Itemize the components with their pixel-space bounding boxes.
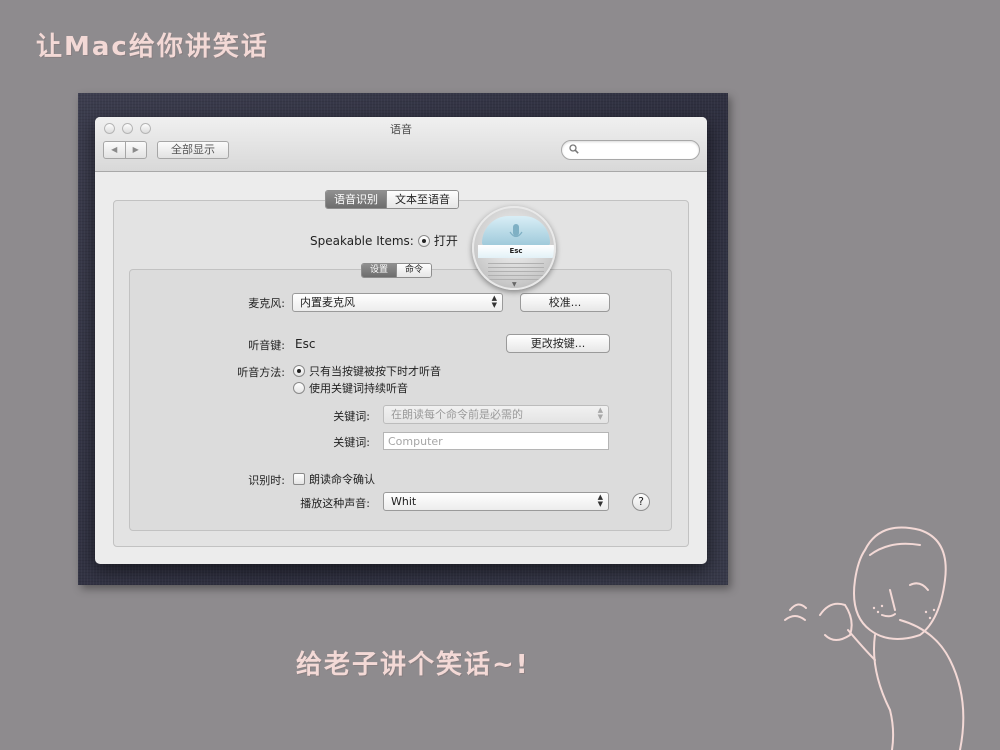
updown-arrows-icon: ▲ ▼	[597, 493, 603, 508]
forward-arrow-icon[interactable]: ▶	[126, 142, 147, 158]
microphone-widget[interactable]: Esc ▼	[472, 206, 556, 290]
keyword-input[interactable]	[383, 432, 609, 450]
listen-key-label: 听音键:	[248, 339, 285, 352]
magnifier-icon	[569, 144, 579, 154]
sound-popup[interactable]: Whit ▲ ▼	[383, 492, 609, 511]
doodle-character	[784, 526, 965, 750]
keyword-required-value: 在朗读每个命令前是必需的	[391, 408, 523, 421]
updown-arrows-icon: ▲ ▼	[597, 406, 603, 421]
microphone-value: 内置麦克风	[300, 296, 355, 309]
listening-key-display: Esc	[478, 245, 554, 258]
listen-key-value: Esc	[295, 337, 316, 351]
speak-confirm-checkbox[interactable]	[293, 473, 305, 485]
back-arrow-icon[interactable]: ◀	[104, 142, 126, 158]
method-key-label: 只有当按键被按下时才听音	[309, 365, 441, 378]
keyword-required-popup[interactable]: 在朗读每个命令前是必需的 ▲ ▼	[383, 405, 609, 424]
speakable-on-label: 打开	[433, 234, 458, 248]
speakable-on-radio[interactable]	[417, 234, 430, 247]
method-keyword-label: 使用关键词持续听音	[309, 382, 408, 395]
nav-buttons: ◀ ▶	[103, 141, 147, 159]
speakable-items-row: Speakable Items: 打开	[310, 232, 458, 249]
tab-text-to-speech[interactable]: 文本至语音	[386, 191, 458, 208]
sound-label: 播放这种声音:	[300, 497, 370, 510]
speak-confirm-option[interactable]: 朗读命令确认	[293, 471, 375, 487]
volume-meter	[488, 262, 544, 280]
keyword-field-label: 关键词:	[333, 436, 370, 449]
speakable-items-label: Speakable Items:	[310, 233, 414, 248]
calibrate-button[interactable]: 校准...	[520, 293, 610, 312]
sound-value: Whit	[391, 495, 417, 508]
microphone-label: 麦克风:	[248, 297, 285, 310]
speak-confirm-label: 朗读命令确认	[309, 473, 375, 486]
search-input[interactable]	[561, 140, 700, 160]
keyword-required-label: 关键词:	[333, 410, 370, 423]
updown-arrows-icon: ▲ ▼	[491, 294, 497, 309]
window-title: 语音	[390, 123, 412, 136]
show-all-button[interactable]: 全部显示	[157, 141, 229, 159]
preferences-window: 语音 ◀ ▶ 全部显示 语音识别 文本至语音 Speakable Items: …	[95, 117, 707, 564]
recognized-label: 识别时:	[248, 474, 285, 487]
microphone-icon	[482, 216, 550, 246]
tab-commands[interactable]: 命令	[396, 264, 432, 277]
inner-tab-bar: 设置 命令	[361, 263, 433, 278]
method-option-key[interactable]: 只有当按键被按下时才听音	[293, 363, 441, 379]
bottom-caption: 给老子讲个笑话~!	[296, 650, 530, 680]
listen-method-label: 听音方法:	[237, 366, 285, 379]
change-key-button[interactable]: 更改按键...	[506, 334, 610, 353]
tab-speech-recognition[interactable]: 语音识别	[326, 191, 386, 208]
microphone-popup[interactable]: 内置麦克风 ▲ ▼	[292, 293, 503, 312]
method-option-keyword[interactable]: 使用关键词持续听音	[293, 380, 408, 396]
tab-settings[interactable]: 设置	[362, 264, 397, 277]
method-key-radio[interactable]	[293, 365, 305, 377]
help-button[interactable]: ?	[632, 493, 650, 511]
top-tab-bar: 语音识别 文本至语音	[325, 190, 459, 209]
method-keyword-radio[interactable]	[293, 382, 305, 394]
disclosure-triangle-icon[interactable]: ▼	[512, 281, 517, 288]
top-caption: 让Mac给你讲笑话	[36, 32, 269, 62]
title-bar: 语音 ◀ ▶ 全部显示	[95, 117, 707, 172]
